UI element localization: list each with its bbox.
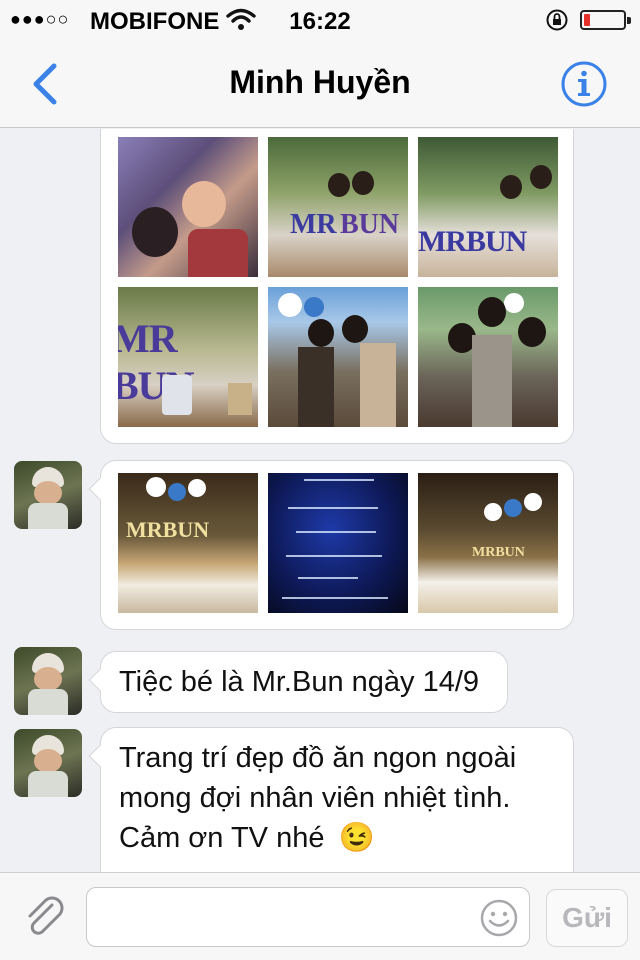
- text-message: Trang trí đẹp đồ ăn ngon ngoài mong đợi …: [88, 727, 574, 872]
- message-text-line: Cảm ơn TV nhé 😉: [119, 818, 375, 858]
- photo-thumbnail[interactable]: [418, 287, 558, 427]
- avatar[interactable]: [14, 461, 82, 529]
- photo-thumbnail[interactable]: MR BUN: [268, 137, 408, 277]
- photo-thumbnail[interactable]: MRBUN: [118, 473, 258, 613]
- wink-emoji: 😉: [338, 822, 375, 854]
- photo-thumbnail[interactable]: MRBUN: [418, 137, 558, 277]
- photo-message: MRBUN MRBUN: [88, 460, 574, 630]
- photo-thumbnail[interactable]: [268, 473, 408, 613]
- smiley-icon[interactable]: [479, 898, 519, 938]
- compose-bar: Gửi: [0, 872, 640, 960]
- photo-message: MR BUN MRBUN MR BUN: [100, 129, 574, 444]
- photo-thumbnail[interactable]: [268, 287, 408, 427]
- avatar[interactable]: [14, 729, 82, 797]
- message-text: Tiệc bé là Mr.Bun ngày 14/9: [119, 666, 480, 698]
- message-input[interactable]: [86, 887, 530, 947]
- nav-bar: Minh Huyền: [0, 40, 640, 128]
- battery-icon: [580, 10, 631, 30]
- battery-level: [584, 14, 590, 26]
- clock: 16:22: [289, 8, 351, 35]
- photo-thumbnail[interactable]: MRBUN: [418, 473, 558, 613]
- info-icon[interactable]: [560, 60, 608, 108]
- message-text-line: Trang trí đẹp đồ ăn ngon ngoài: [119, 742, 517, 774]
- message-list[interactable]: MR BUN MRBUN MR BUN MRBUN MRBUN Tiệc bé …: [0, 129, 640, 872]
- rotation-lock-icon: [546, 9, 568, 31]
- message-text-line: mong đợi nhân viên nhiệt tình.: [119, 782, 511, 814]
- conversation-title: Minh Huyền: [229, 64, 411, 100]
- status-bar: ●●●○○ MOBIFONE 16:22: [0, 0, 640, 40]
- paperclip-icon[interactable]: [22, 895, 68, 941]
- avatar[interactable]: [14, 647, 82, 715]
- photo-thumbnail[interactable]: MR BUN: [118, 287, 258, 427]
- message-text-line-text: Cảm ơn TV nhé: [119, 822, 325, 854]
- send-button[interactable]: Gửi: [546, 889, 628, 947]
- text-message: Tiệc bé là Mr.Bun ngày 14/9: [88, 651, 508, 713]
- photo-thumbnail[interactable]: [118, 137, 258, 277]
